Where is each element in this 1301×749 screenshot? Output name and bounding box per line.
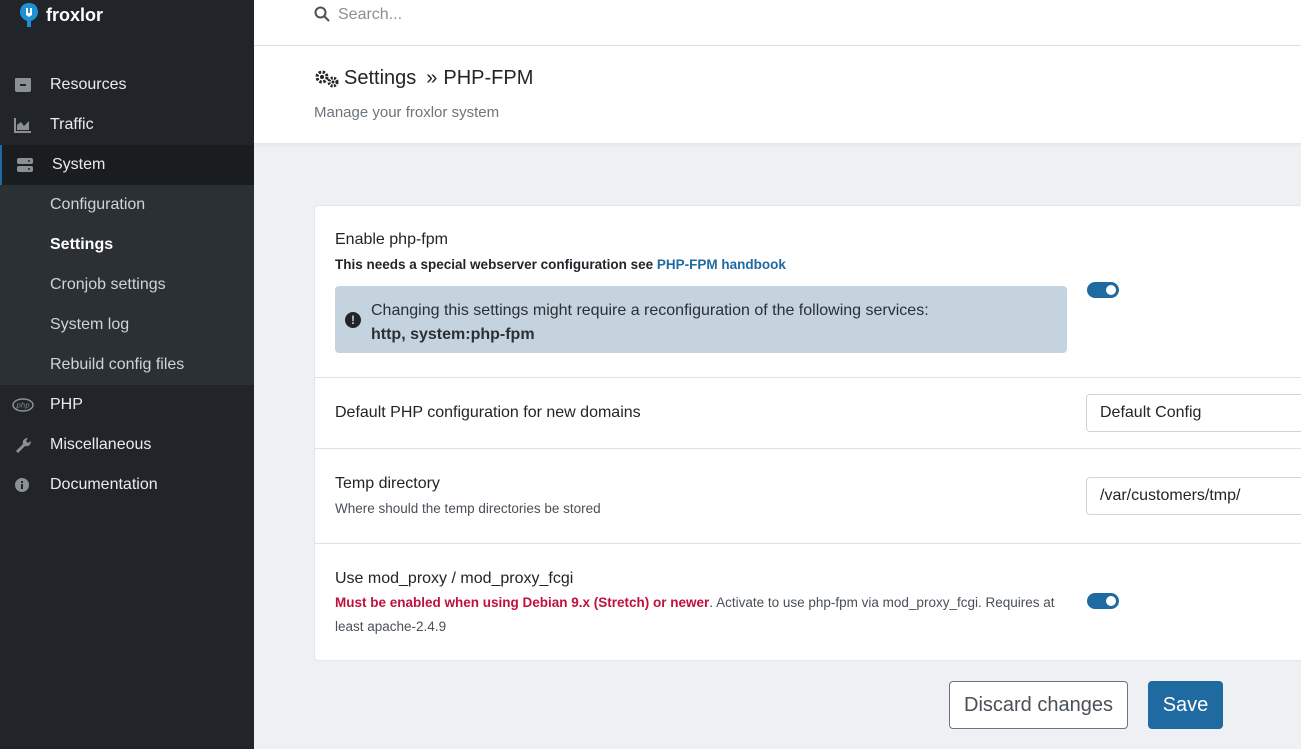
page-header: Settings » PHP-FPM Manage your froxlor s… <box>254 46 1301 144</box>
settings-card: Enable php-fpm This needs a special webs… <box>314 205 1301 661</box>
sidebar-item-traffic[interactable]: Traffic <box>0 105 254 145</box>
submenu-item-configuration[interactable]: Configuration <box>50 185 145 225</box>
setting-title: Default PHP configuration for new domain… <box>335 404 641 421</box>
setting-row-default-config: Default PHP configuration for new domain… <box>315 378 1301 449</box>
info-circle-icon <box>15 478 29 492</box>
box-icon <box>15 78 31 92</box>
submenu-item-system-log[interactable]: System log <box>50 305 129 345</box>
froxlor-logo[interactable]: froxlor <box>18 2 103 28</box>
setting-row-mod-proxy: Use mod_proxy / mod_proxy_fcgi Must be e… <box>315 544 1301 660</box>
mod-proxy-desc: . Activate to use php-fpm via mod_proxy_… <box>709 595 1055 610</box>
setting-row-temp-directory: Temp directory Where should the temp dir… <box>315 449 1301 544</box>
setting-title: Enable php-fpm <box>335 231 448 248</box>
default-config-select[interactable]: Default Config <box>1086 394 1301 432</box>
alert-message: Changing this settings might require a r… <box>371 302 929 319</box>
submenu-item-rebuild-config[interactable]: Rebuild config files <box>50 345 184 385</box>
submenu-item-cronjob-settings[interactable]: Cronjob settings <box>50 265 166 305</box>
discard-changes-button[interactable]: Discard changes <box>949 681 1128 729</box>
sidebar-item-label: Resources <box>50 76 127 93</box>
wrench-icon <box>16 438 31 453</box>
breadcrumb-separator: » <box>426 67 438 89</box>
search-icon <box>314 6 330 22</box>
mod-proxy-desc-2: least apache-2.4.9 <box>335 619 447 634</box>
page-subtitle: Manage your froxlor system <box>314 104 500 121</box>
enable-fpm-toggle[interactable] <box>1087 282 1119 298</box>
fpm-desc-text: This needs a special webserver configura… <box>335 257 654 272</box>
sidebar: froxlor Resources Traffic System Configu… <box>0 0 254 749</box>
setting-description: This needs a special webserver configura… <box>335 253 786 277</box>
sidebar-item-label: System <box>52 156 106 173</box>
system-submenu: Configuration Settings Cronjob settings … <box>0 185 254 385</box>
exclamation-icon: ! <box>345 312 361 328</box>
mod-proxy-toggle[interactable] <box>1087 593 1119 609</box>
sidebar-item-system[interactable]: System <box>0 145 254 185</box>
chart-area-icon <box>14 118 31 133</box>
sidebar-item-label: Documentation <box>50 476 158 493</box>
page-title: Settings » PHP-FPM <box>314 67 533 90</box>
setting-title: Temp directory <box>335 475 440 492</box>
breadcrumb-section: PHP-FPM <box>443 67 534 89</box>
reconfiguration-alert: ! Changing this settings might require a… <box>335 286 1067 353</box>
breadcrumb-settings[interactable]: Settings <box>344 67 416 90</box>
php-fpm-handbook-link[interactable]: PHP-FPM handbook <box>657 257 786 272</box>
setting-row-enable-fpm: Enable php-fpm This needs a special webs… <box>315 206 1301 378</box>
setting-title: Use mod_proxy / mod_proxy_fcgi <box>335 570 574 587</box>
sidebar-item-miscellaneous[interactable]: Miscellaneous <box>0 425 254 465</box>
sidebar-item-label: Miscellaneous <box>50 436 152 453</box>
sidebar-item-php[interactable]: php PHP <box>0 385 254 425</box>
temp-directory-input[interactable]: /var/customers/tmp/ <box>1086 477 1301 515</box>
sidebar-item-label: Traffic <box>50 116 94 133</box>
setting-description: Where should the temp directories be sto… <box>335 501 601 516</box>
submenu-item-settings[interactable]: Settings <box>50 225 113 265</box>
save-button[interactable]: Save <box>1148 681 1223 729</box>
sidebar-item-label: PHP <box>50 396 83 413</box>
setting-description: Must be enabled when using Debian 9.x (S… <box>335 591 1075 639</box>
sidebar-item-resources[interactable]: Resources <box>0 65 254 105</box>
server-icon <box>17 158 33 172</box>
sidebar-item-documentation[interactable]: Documentation <box>0 465 254 505</box>
gears-icon <box>315 70 339 87</box>
alert-text: Changing this settings might require a r… <box>371 299 929 347</box>
froxlor-logo-icon <box>20 3 38 27</box>
logo-text: froxlor <box>46 4 104 25</box>
alert-services: http, system:php-fpm <box>371 326 535 343</box>
svg-text:php: php <box>15 402 30 410</box>
debian-warning: Must be enabled when using Debian 9.x (S… <box>335 595 710 610</box>
topbar <box>254 0 1301 46</box>
search-input[interactable] <box>338 2 738 28</box>
php-icon: php <box>12 398 34 412</box>
